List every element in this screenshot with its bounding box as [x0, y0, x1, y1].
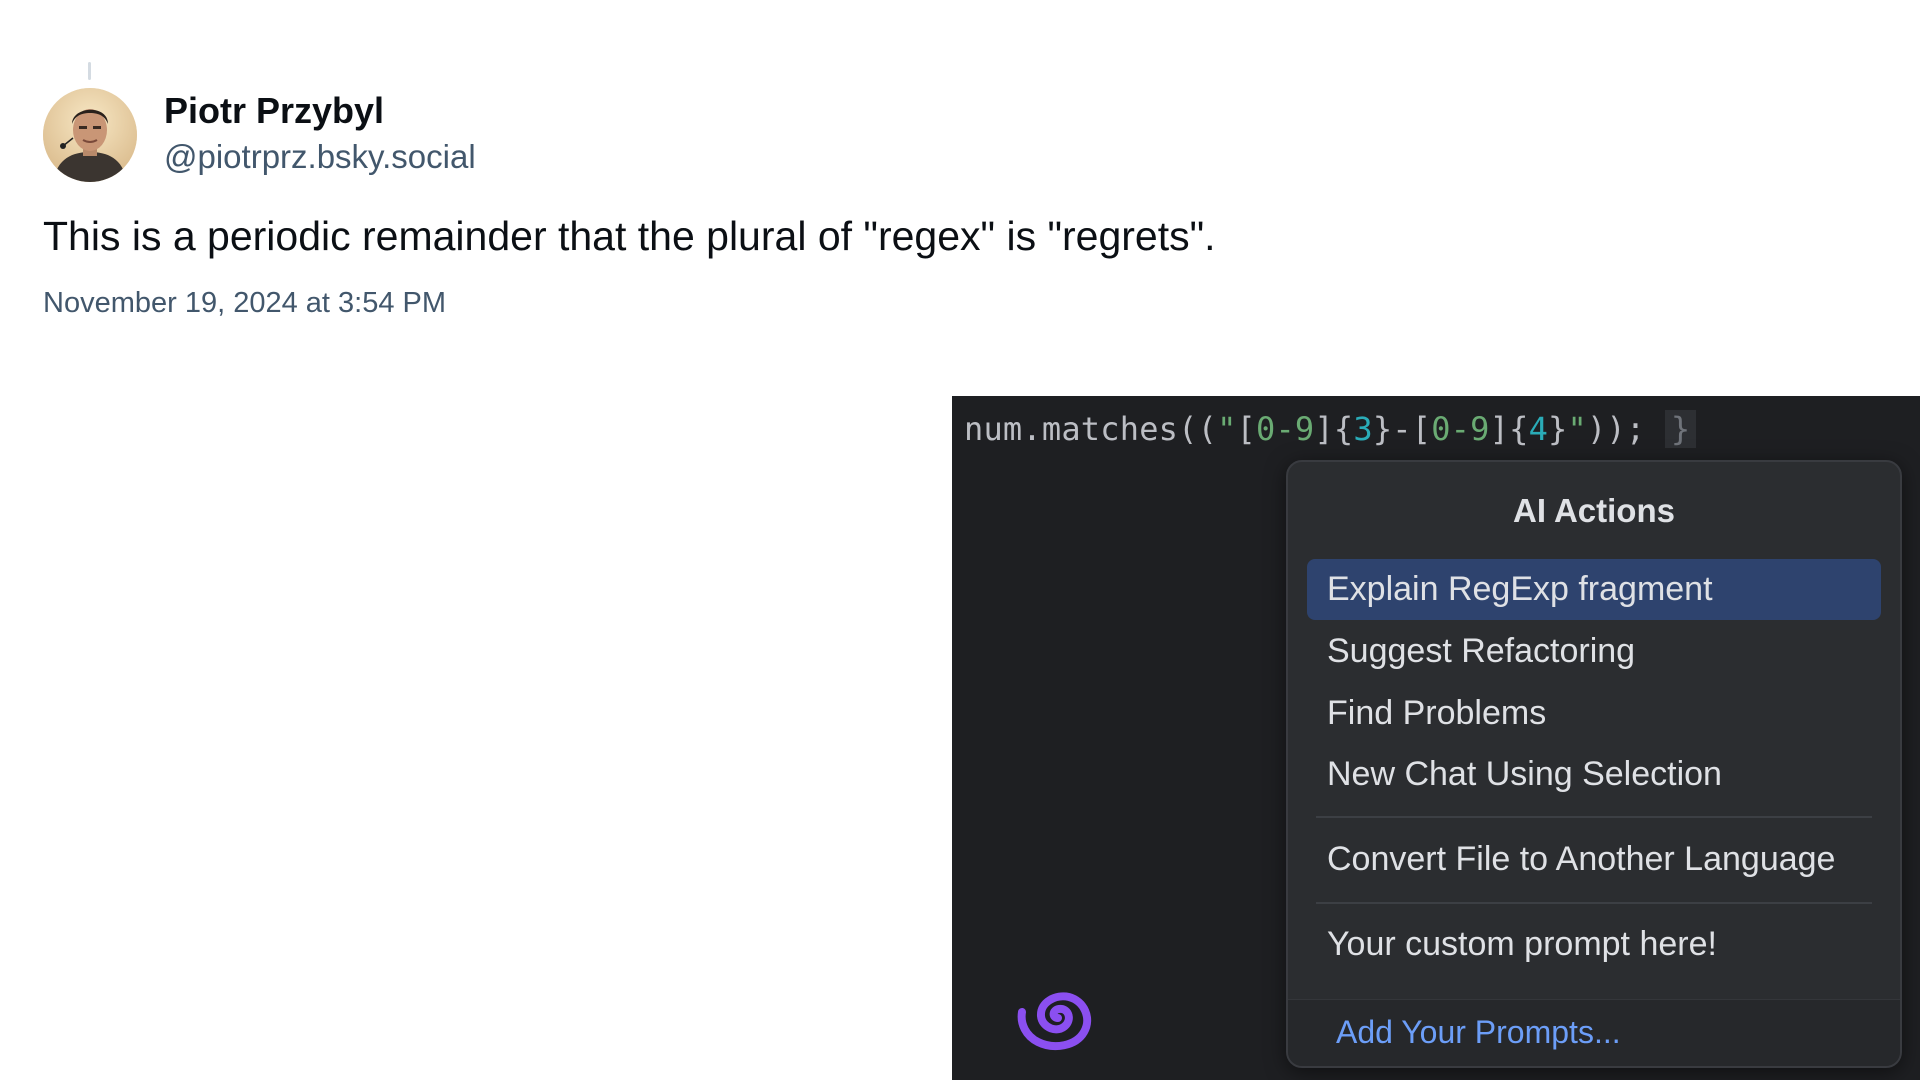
code-bracket-open-1: [ [1236, 410, 1256, 448]
code-count-1: 3 [1353, 410, 1373, 448]
ai-assistant-spiral-icon[interactable] [1012, 970, 1104, 1062]
code-bracket-close-1: ]{ [1314, 410, 1354, 448]
avatar[interactable] [43, 88, 137, 182]
author-handle[interactable]: @piotrprz.bsky.social [164, 138, 476, 176]
add-prompts-link[interactable]: Add Your Prompts... [1336, 1014, 1621, 1051]
post-timestamp[interactable]: November 19, 2024 at 3:54 PM [43, 287, 446, 320]
code-range-1: 0-9 [1256, 410, 1315, 448]
popup-title: AI Actions [1513, 492, 1675, 529]
menu-separator [1316, 816, 1872, 818]
menu-item-new-chat[interactable]: New Chat Using Selection [1307, 744, 1881, 805]
code-prefix: num.matches(( [964, 410, 1218, 448]
menu-item-convert-file[interactable]: Convert File to Another Language [1307, 829, 1881, 890]
popup-footer: Add Your Prompts... [1288, 999, 1900, 1066]
code-brace-close: } [1548, 410, 1568, 448]
code-quote-open: " [1217, 410, 1237, 448]
code-bracket-open-2: [ [1411, 410, 1432, 448]
code-closing-brace: } [1664, 410, 1697, 448]
menu-item-find-problems[interactable]: Find Problems [1307, 683, 1881, 744]
ai-actions-popup: AI Actions Explain RegExp fragment Sugge… [1286, 460, 1902, 1068]
code-bracket-close-2: ]{ [1489, 410, 1529, 448]
code-suffix: )); [1586, 410, 1646, 448]
code-range-2: 0-9 [1431, 410, 1490, 448]
post-text: This is a periodic remainder that the pl… [43, 213, 1216, 259]
menu-item-suggest-refactoring[interactable]: Suggest Refactoring [1307, 621, 1881, 682]
menu-item-explain-regexp[interactable]: Explain RegExp fragment [1307, 559, 1881, 620]
code-brace-dash: }- [1372, 410, 1412, 448]
avatar-photo [43, 88, 137, 182]
code-count-2: 4 [1528, 410, 1549, 448]
menu-separator [1316, 902, 1872, 904]
menu-item-custom-prompt[interactable]: Your custom prompt here! [1307, 914, 1881, 975]
thread-connector-line [88, 62, 91, 80]
code-line: num.matches(("[0-9]{3}-[0-9]{4}")); } [964, 410, 1697, 448]
code-quote-close: " [1567, 410, 1587, 448]
author-name[interactable]: Piotr Przybyl [164, 90, 384, 132]
